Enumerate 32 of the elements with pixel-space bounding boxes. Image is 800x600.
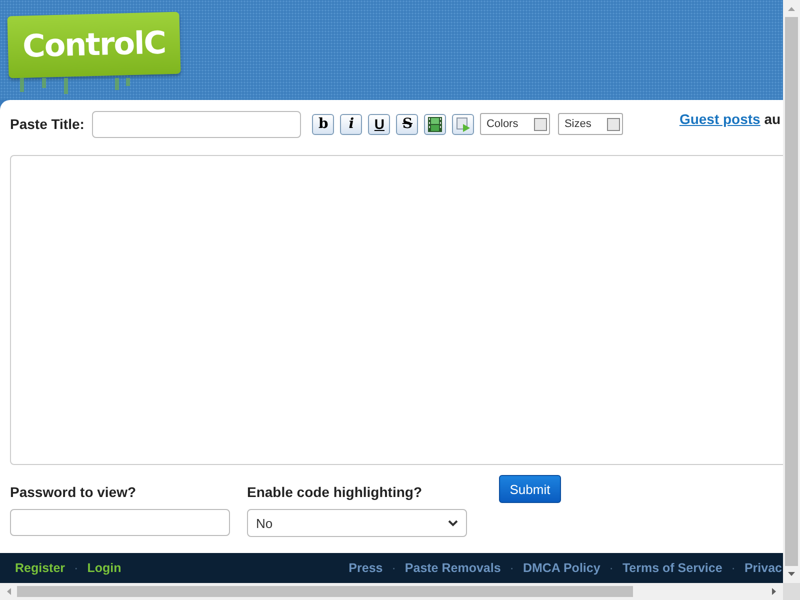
- footer-link[interactable]: Terms of Service: [622, 561, 722, 575]
- scrollbar-corner: [783, 583, 800, 600]
- footer-link[interactable]: Login: [87, 561, 122, 575]
- submit-button[interactable]: Submit: [499, 475, 561, 503]
- format-button[interactable]: b: [312, 114, 334, 134]
- chevron-icon: [448, 520, 458, 526]
- separator-dot: ·: [392, 561, 396, 575]
- separator-dot: ·: [74, 561, 78, 575]
- footer-link[interactable]: Paste Removals: [404, 561, 501, 575]
- format-button[interactable]: i: [340, 114, 362, 134]
- separator-dot: ·: [510, 561, 514, 575]
- title-field[interactable]: [92, 110, 302, 138]
- footer-link[interactable]: Register: [15, 561, 66, 575]
- field-label: Password to view?: [10, 484, 138, 500]
- footer-link[interactable]: Press: [348, 561, 383, 575]
- highlight-select[interactable]: No: [247, 509, 467, 537]
- footer-link[interactable]: Privac: [744, 561, 782, 575]
- field-label: Paste Title:: [10, 116, 84, 132]
- guest-posts-link[interactable]: Guest posts: [679, 111, 760, 127]
- guest-text: au: [764, 111, 781, 127]
- separator-dot: ·: [609, 561, 614, 575]
- password-field[interactable]: [10, 509, 230, 536]
- media-button[interactable]: [452, 114, 474, 134]
- dropdown[interactable]: Sizes: [558, 113, 624, 135]
- format-button[interactable]: S: [396, 114, 418, 134]
- format-button[interactable]: U: [368, 114, 390, 134]
- dropdown[interactable]: Colors: [480, 113, 550, 135]
- separator-dot: ·: [731, 561, 736, 575]
- film-button[interactable]: [424, 114, 446, 134]
- footer-link[interactable]: DMCA Policy: [522, 561, 600, 575]
- paste-text-area[interactable]: [10, 155, 783, 465]
- field-label: Enable code highlighting?: [247, 484, 423, 500]
